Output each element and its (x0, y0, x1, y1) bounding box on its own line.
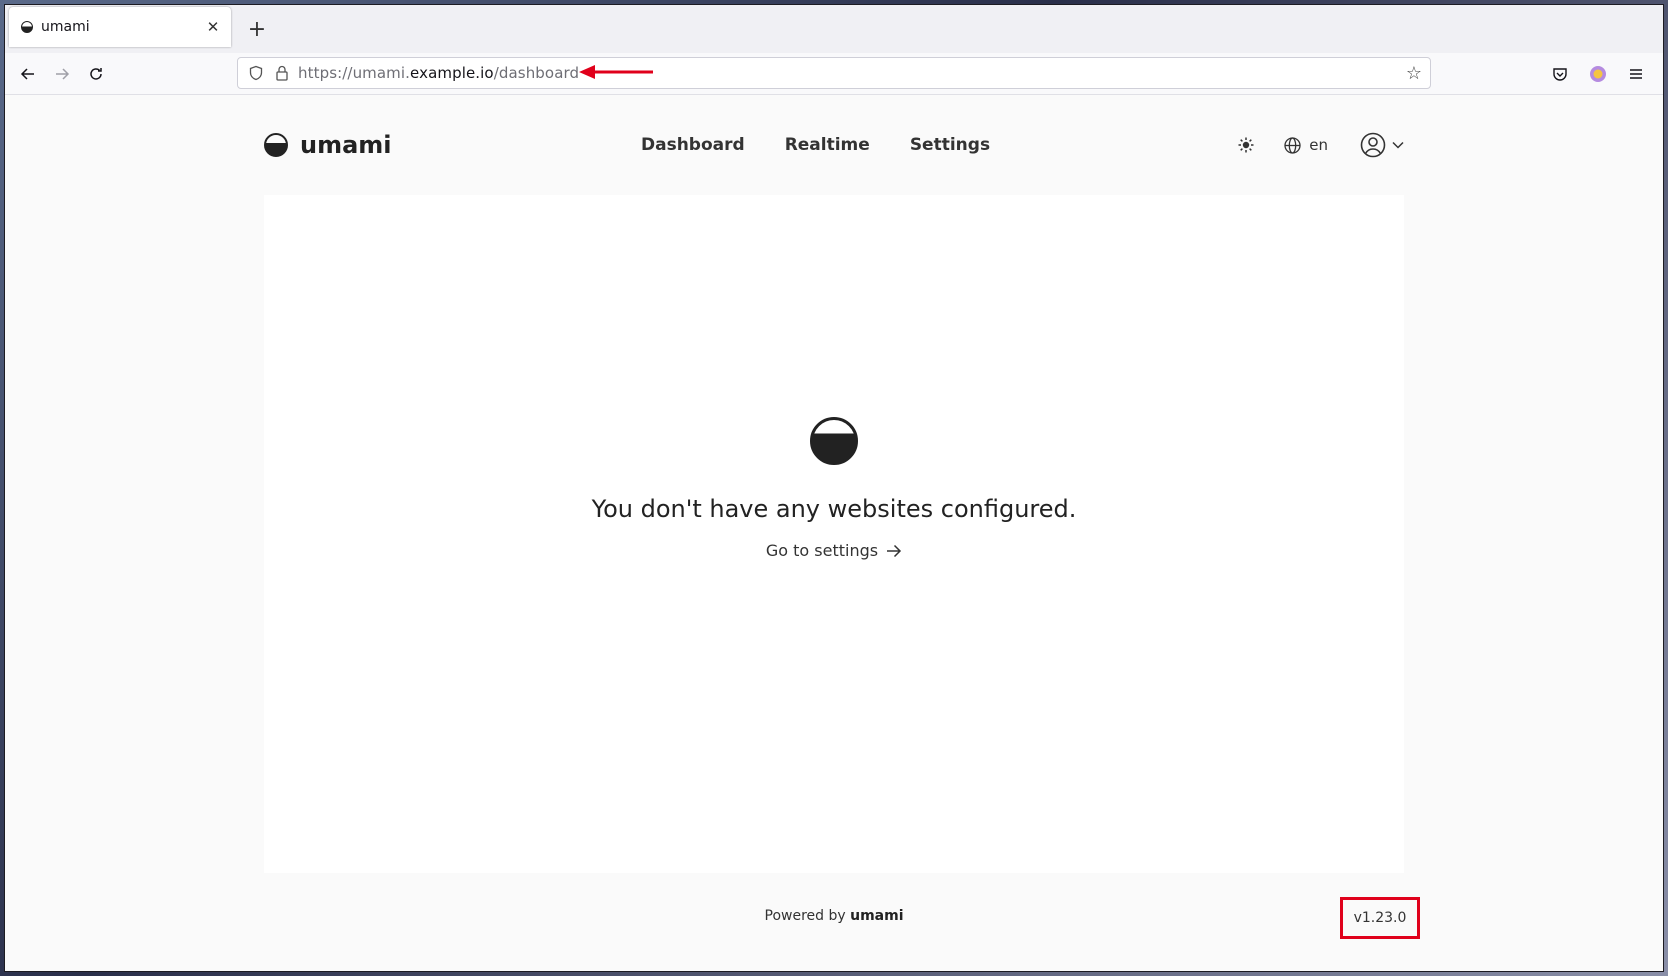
go-to-settings-label: Go to settings (765, 541, 879, 560)
dashboard-card: You don't have any websites configured. … (264, 195, 1404, 873)
main-nav: Dashboard Realtime Settings (641, 135, 990, 155)
footer: Powered by umami v1.23.0 (264, 897, 1420, 939)
browser-tab[interactable]: umami ✕ (9, 7, 231, 47)
back-arrow-icon (20, 67, 34, 80)
logo-text: umami (300, 131, 392, 159)
empty-state-message: You don't have any websites configured. (591, 495, 1077, 523)
language-selector[interactable]: en (1284, 136, 1328, 154)
new-tab-button[interactable]: + (241, 13, 273, 45)
user-icon (1360, 132, 1386, 158)
close-tab-icon[interactable]: ✕ (203, 18, 223, 36)
address-bar[interactable]: https://umami.example.io/dashboard ☆ (237, 57, 1431, 89)
browser-window: umami ✕ + https://umami.example.io/dashb… (4, 4, 1664, 972)
nav-settings[interactable]: Settings (910, 135, 990, 155)
pocket-icon[interactable] (1543, 57, 1577, 91)
reload-icon (90, 67, 102, 80)
nav-dashboard[interactable]: Dashboard (641, 135, 745, 155)
forward-button[interactable] (45, 57, 79, 91)
nav-realtime[interactable]: Realtime (785, 135, 870, 155)
header-actions: en (1232, 131, 1404, 159)
arrow-right-icon (887, 544, 902, 557)
globe-icon (1284, 136, 1301, 154)
umami-empty-logo-icon (810, 417, 858, 465)
empty-state: You don't have any websites configured. … (264, 417, 1404, 560)
lock-icon[interactable] (272, 63, 292, 83)
powered-by-brand-link[interactable]: umami (850, 908, 903, 924)
tab-bar: umami ✕ + (5, 5, 1663, 53)
account-avatar-icon[interactable] (1581, 57, 1615, 91)
toolbar-right (1543, 57, 1653, 91)
bookmark-star-icon[interactable]: ☆ (1406, 63, 1422, 84)
theme-toggle-button[interactable] (1232, 131, 1260, 159)
version-label: v1.23.0 (1340, 897, 1420, 939)
umami-logo[interactable]: umami (264, 131, 392, 159)
user-menu-button[interactable] (1360, 132, 1404, 158)
sun-icon (1238, 137, 1254, 153)
powered-by: Powered by umami (264, 908, 1404, 924)
page-content: umami Dashboard Realtime Settings en You… (5, 95, 1663, 971)
tracking-shield-icon[interactable] (246, 63, 266, 83)
annotation-arrow-icon (579, 65, 653, 79)
menu-hamburger-icon[interactable] (1619, 57, 1653, 91)
umami-logo-icon (264, 133, 288, 157)
forward-arrow-icon (56, 67, 70, 80)
go-to-settings-link[interactable]: Go to settings (766, 541, 902, 560)
url-text: https://umami.example.io/dashboard (298, 64, 580, 82)
umami-favicon-icon (21, 21, 33, 33)
navigation-toolbar: https://umami.example.io/dashboard ☆ (5, 53, 1663, 95)
back-button[interactable] (11, 57, 45, 91)
chevron-down-icon (1392, 141, 1404, 149)
tab-title: umami (41, 19, 90, 35)
app-header: umami Dashboard Realtime Settings en (264, 117, 1404, 173)
reload-button[interactable] (79, 57, 113, 91)
language-label: en (1309, 136, 1328, 154)
powered-by-prefix: Powered by (764, 908, 846, 924)
